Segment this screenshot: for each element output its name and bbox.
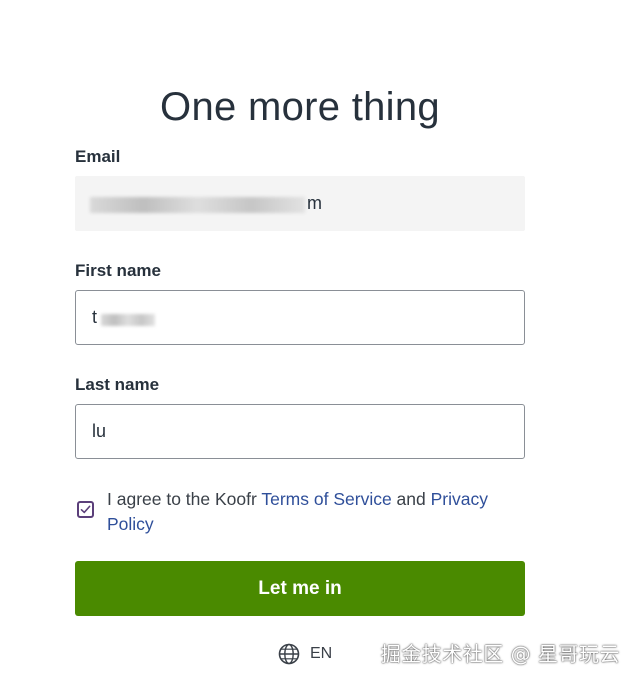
language-label: EN <box>310 645 333 662</box>
agree-text-prefix: I agree to the Koofr <box>107 489 262 509</box>
email-input-wrap: m <box>75 176 525 231</box>
last-name-label: Last name <box>75 375 160 394</box>
globe-icon <box>278 643 300 665</box>
last-name-field-group: Last name <box>75 374 525 459</box>
agree-checkbox[interactable] <box>77 501 94 518</box>
agree-text-middle: and <box>391 489 431 509</box>
language-selector[interactable]: EN <box>278 642 332 666</box>
email-field-group: Email m <box>75 146 525 231</box>
last-name-input[interactable] <box>75 404 525 459</box>
email-field: m <box>75 176 525 231</box>
page-title: One more thing <box>160 84 440 129</box>
first-name-field-group: First name <box>75 260 525 345</box>
agree-text: I agree to the Koofr Terms of Service an… <box>107 487 517 537</box>
watermark-text: 掘金技术社区 @ 星哥玩云 <box>380 642 620 666</box>
terms-of-service-link[interactable]: Terms of Service <box>261 489 391 509</box>
first-name-input-wrap <box>75 290 525 345</box>
let-me-in-button[interactable]: Let me in <box>75 561 525 616</box>
email-label: Email <box>75 147 121 166</box>
checkmark-icon <box>80 505 91 514</box>
first-name-input[interactable] <box>75 290 525 345</box>
email-value-visible: m <box>307 193 322 213</box>
first-name-label: First name <box>75 261 161 280</box>
